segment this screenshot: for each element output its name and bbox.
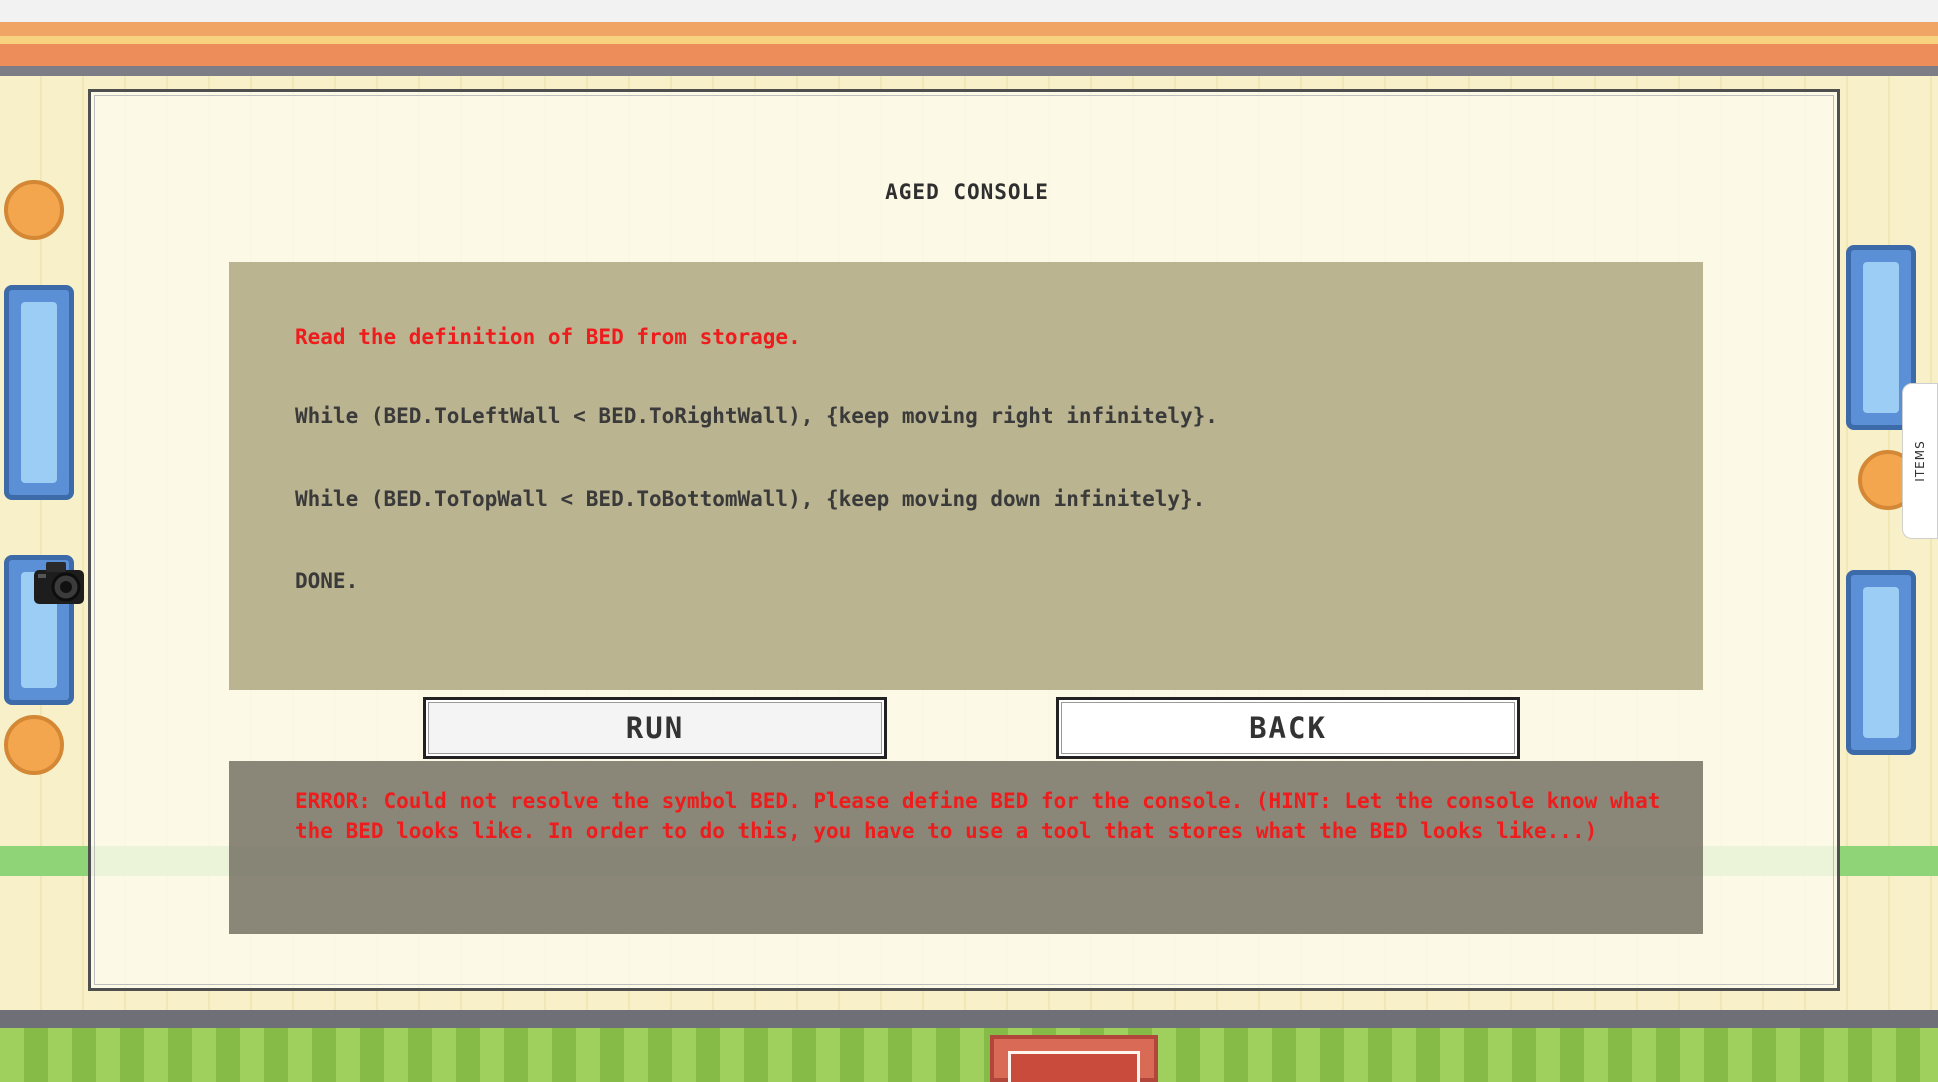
browser-top-bar — [0, 0, 1938, 23]
error-message: ERROR: Could not resolve the symbol BED.… — [295, 789, 1661, 843]
code-line: While (BED.ToLeftWall < BED.ToRightWall)… — [295, 404, 1218, 428]
wall-stripe — [0, 44, 1938, 66]
code-line: DONE. — [295, 569, 359, 593]
camera-icon[interactable] — [32, 558, 88, 608]
back-button[interactable]: BACK — [1056, 697, 1520, 759]
exit-door-mat — [990, 1035, 1158, 1082]
grass-strip — [0, 1028, 1938, 1082]
window-pillar — [4, 285, 74, 500]
console-dialog: AGED CONSOLE Read the definition of BED … — [88, 89, 1840, 991]
items-side-tab[interactable]: ITEMS — [1902, 383, 1938, 539]
code-line: While (BED.ToTopWall < BED.ToBottomWall)… — [295, 487, 1206, 511]
stool — [4, 715, 64, 775]
wall-stripe — [0, 22, 1938, 36]
window-pillar — [1846, 570, 1916, 755]
error-panel: ERROR: Could not resolve the symbol BED.… — [229, 761, 1703, 934]
console-title: AGED CONSOLE — [885, 180, 1049, 204]
code-panel: Read the definition of BED from storage.… — [229, 262, 1703, 690]
wall-stripe — [0, 66, 1938, 76]
items-tab-label: ITEMS — [1913, 440, 1927, 482]
wall-stripe — [0, 36, 1938, 44]
floor-edge — [0, 1010, 1938, 1028]
run-button[interactable]: RUN — [423, 697, 887, 759]
code-line: Read the definition of BED from storage. — [295, 325, 801, 349]
stool — [4, 180, 64, 240]
